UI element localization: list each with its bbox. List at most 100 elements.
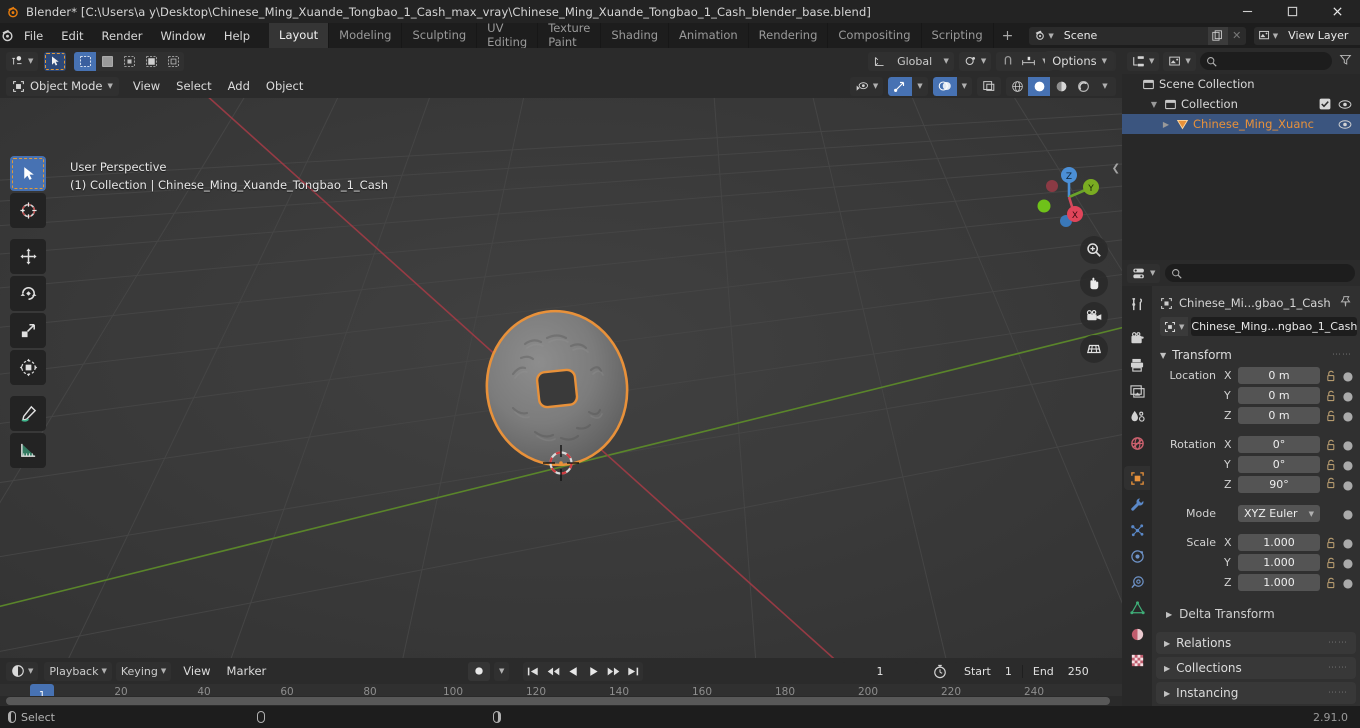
outliner-display-mode-dropdown[interactable]: ▼ [1163, 51, 1196, 71]
view-layer-browse-button[interactable]: ▼ [1253, 26, 1283, 45]
transform-tool-button[interactable] [10, 350, 46, 385]
workspace-tab-uv-editing[interactable]: UV Editing [477, 21, 539, 49]
pivot-point-dropdown[interactable]: ▼ [958, 51, 992, 71]
properties-tab-tool[interactable] [1124, 292, 1150, 316]
rotation-y-value[interactable]: 0° [1238, 456, 1320, 473]
options-popover-button[interactable]: Options ▼ [1045, 51, 1114, 70]
jump-to-prev-keyframe-button[interactable] [543, 662, 563, 681]
select-extend-icon[interactable] [96, 52, 118, 71]
outliner-search-input[interactable] [1199, 52, 1332, 70]
material-preview-shading-icon[interactable] [1050, 77, 1072, 96]
select-invert-icon[interactable] [140, 52, 162, 71]
properties-tab-render[interactable] [1124, 327, 1150, 351]
properties-tab-particles[interactable] [1124, 518, 1150, 542]
end-frame-field[interactable]: End 250 [1021, 664, 1099, 678]
outliner-editor-type-dropdown[interactable]: ▼ [1127, 51, 1160, 71]
panel-header-instancing[interactable]: ▶ Instancing ⋯⋯ [1156, 682, 1356, 704]
properties-tab-physics[interactable] [1124, 544, 1150, 568]
pin-icon[interactable] [1339, 295, 1352, 311]
menu-window[interactable]: Window [151, 26, 214, 46]
lock-icon[interactable] [1324, 537, 1338, 549]
properties-tab-scene[interactable] [1124, 405, 1150, 429]
scale-y-value[interactable]: 1.000 [1238, 554, 1320, 571]
animate-property-dot[interactable]: ● [1342, 369, 1354, 383]
location-y-value[interactable]: 0 m [1238, 387, 1320, 404]
workspace-tab-rendering[interactable]: Rendering [749, 23, 829, 48]
eye-icon[interactable] [1338, 119, 1352, 130]
lock-icon[interactable] [1324, 477, 1338, 492]
jump-to-start-button[interactable] [523, 662, 543, 681]
outliner-filter-icon[interactable] [1336, 53, 1355, 69]
select-box-tool-button[interactable] [10, 156, 46, 191]
jump-to-end-button[interactable] [623, 662, 643, 681]
view-layer-name-field[interactable]: View Layer [1282, 26, 1360, 45]
editor-type-dropdown[interactable]: ▼ [6, 661, 39, 681]
rotation-x-value[interactable]: 0° [1238, 436, 1320, 453]
timeline-scrollbar-thumb[interactable] [6, 697, 1110, 705]
workspace-tab-scripting[interactable]: Scripting [922, 23, 994, 48]
workspace-tab-sculpting[interactable]: Sculpting [402, 23, 478, 48]
active-tool-dropdown[interactable]: ▼ [6, 51, 39, 71]
location-x-value[interactable]: 0 m [1238, 367, 1320, 384]
transform-orientation-dropdown[interactable]: Global ▼ [867, 51, 954, 71]
properties-editor-type-dropdown[interactable]: ▼ [1127, 263, 1161, 283]
viewport-canvas[interactable]: User Perspective (1) Collection | Chines… [0, 98, 1122, 658]
lock-icon[interactable] [1324, 577, 1338, 589]
object-name-input[interactable]: Chinese_Ming...ngbao_1_Cash [1191, 317, 1358, 336]
menu-help[interactable]: Help [215, 26, 259, 46]
lock-icon[interactable] [1324, 557, 1338, 569]
lock-icon[interactable] [1324, 370, 1338, 382]
interaction-mode-dropdown[interactable]: Object Mode ▼ [6, 76, 119, 96]
animate-property-dot[interactable]: ● [1342, 458, 1354, 472]
show-overlays-button[interactable] [932, 76, 957, 96]
jump-to-next-keyframe-button[interactable] [603, 662, 623, 681]
properties-tab-texture[interactable] [1124, 648, 1150, 672]
overlay-options-dropdown[interactable]: ▼ [956, 76, 972, 96]
animate-property-dot[interactable]: ● [1342, 556, 1354, 570]
outliner-row-collection[interactable]: ▼ Collection [1122, 94, 1360, 114]
properties-tab-object[interactable] [1124, 466, 1150, 490]
viewport-menu-add[interactable]: Add [220, 77, 258, 95]
play-button[interactable] [583, 662, 603, 681]
camera-view-icon[interactable] [1080, 302, 1108, 330]
disclosure-triangle-icon[interactable]: ▶ [1160, 120, 1172, 129]
disclosure-triangle-icon[interactable]: ▼ [1148, 100, 1160, 109]
snapping-group[interactable]: ▼ [996, 51, 1053, 71]
scene-name-field[interactable]: Scene [1057, 26, 1208, 45]
maximize-button[interactable] [1270, 0, 1315, 23]
select-set-icon[interactable] [74, 51, 97, 71]
current-frame-field[interactable]: 1 [842, 661, 918, 681]
outliner-row-scene-collection[interactable]: Scene Collection [1122, 74, 1360, 94]
eye-icon[interactable] [1338, 99, 1352, 110]
auto-keying-options-dropdown[interactable]: ▼ [494, 661, 510, 681]
workspace-tab-layout[interactable]: Layout [269, 23, 330, 48]
animate-property-dot[interactable]: ● [1342, 478, 1354, 492]
properties-tab-world[interactable] [1124, 431, 1150, 455]
add-workspace-button[interactable]: + [994, 28, 1022, 44]
pan-hand-icon[interactable] [1080, 269, 1108, 297]
workspace-tab-texture-paint[interactable]: Texture Paint [538, 21, 602, 49]
properties-tab-output[interactable] [1124, 353, 1150, 377]
select-intersect-icon[interactable] [162, 52, 184, 71]
checkbox-checked-icon[interactable] [1319, 98, 1331, 110]
playback-dropdown[interactable]: Playback ▼ [44, 661, 112, 681]
animate-property-dot[interactable]: ● [1342, 409, 1354, 423]
properties-tab-view-layer[interactable] [1124, 379, 1150, 403]
scale-tool-button[interactable] [10, 313, 46, 348]
timeline-menu-marker[interactable]: Marker [219, 662, 275, 680]
menu-render[interactable]: Render [93, 26, 152, 46]
animate-property-dot[interactable]: ● [1342, 389, 1354, 403]
panel-header-relations[interactable]: ▶ Relations ⋯⋯ [1156, 632, 1356, 654]
animate-property-dot[interactable]: ● [1342, 536, 1354, 550]
measure-tool-button[interactable] [10, 433, 46, 468]
scale-z-value[interactable]: 1.000 [1238, 574, 1320, 591]
tweak-tool-button[interactable] [44, 51, 67, 71]
viewport-menu-view[interactable]: View [125, 77, 168, 95]
animate-property-dot[interactable]: ● [1342, 438, 1354, 452]
workspace-tab-animation[interactable]: Animation [669, 23, 749, 48]
annotate-tool-button[interactable] [10, 396, 46, 431]
rotation-mode-dropdown[interactable]: XYZ Euler ▼ [1238, 505, 1320, 522]
workspace-tab-compositing[interactable]: Compositing [828, 23, 922, 48]
keying-dropdown[interactable]: Keying ▼ [115, 661, 172, 681]
properties-tab-object-data[interactable] [1124, 596, 1150, 620]
